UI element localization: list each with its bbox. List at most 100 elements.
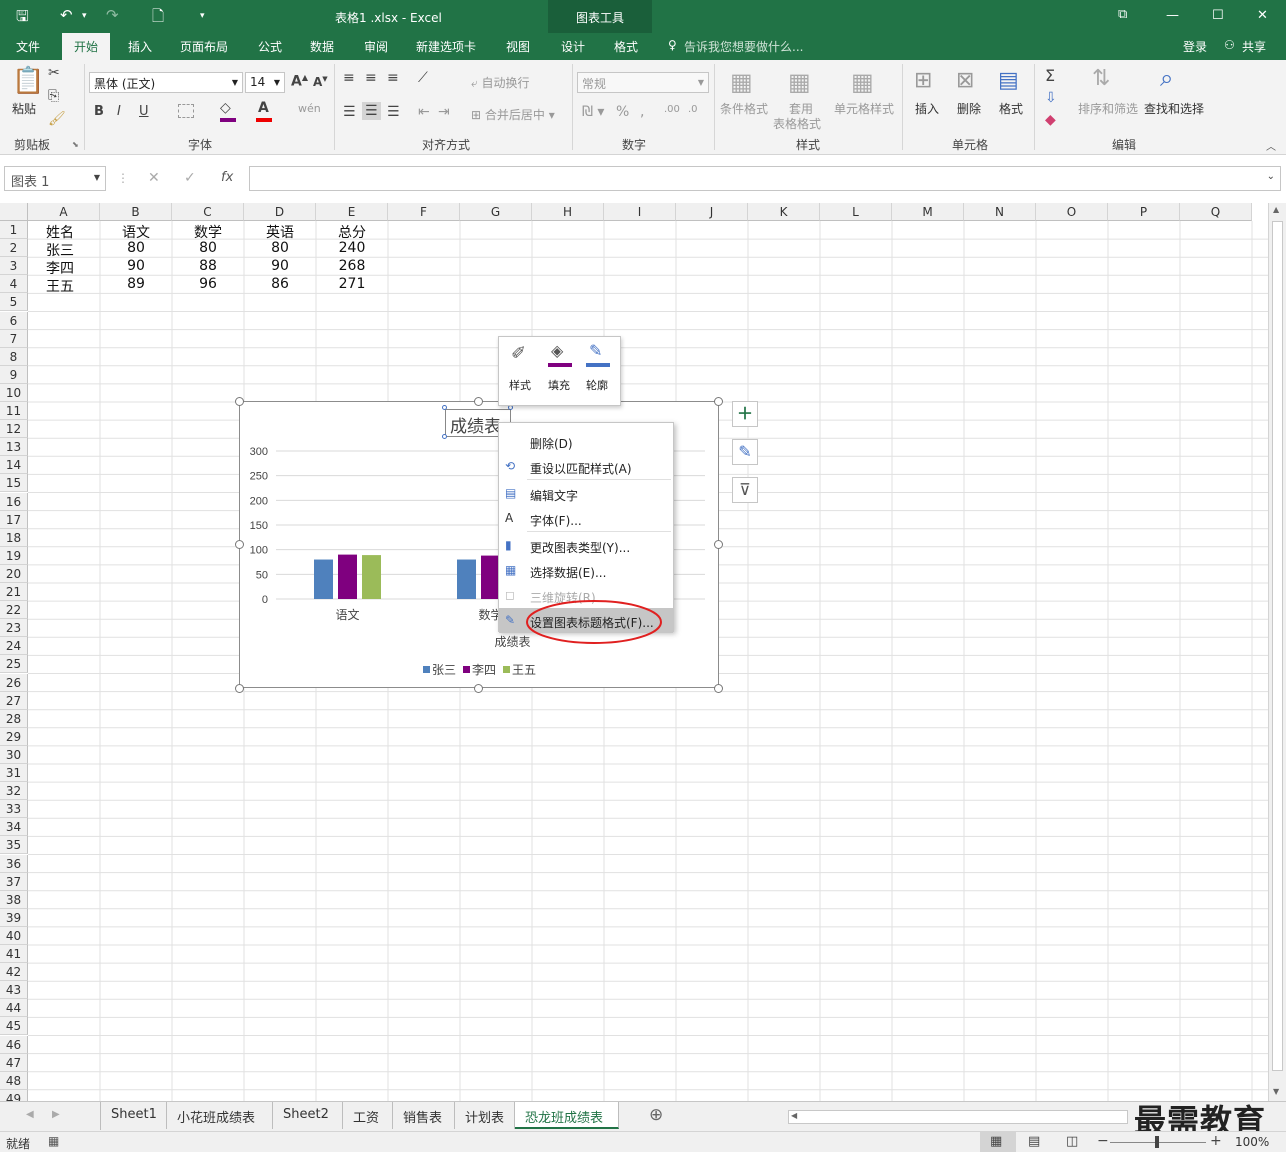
resize-handle[interactable] [235, 397, 244, 406]
cut-icon[interactable]: ✂ [48, 65, 60, 81]
row-header[interactable]: 1 [0, 221, 28, 240]
style-button[interactable]: 样式 [509, 377, 531, 393]
save-icon[interactable]: 🖫 [16, 6, 29, 31]
row-header[interactable]: 29 [0, 727, 28, 746]
tell-me-box[interactable]: 告诉我您想要做什么... [684, 38, 803, 55]
table-cell[interactable]: 王五 [28, 276, 100, 296]
page-break-view-icon[interactable]: ◫ [1066, 1134, 1078, 1149]
fill-down-icon[interactable]: ⇩ [1045, 90, 1057, 106]
font-name-combo[interactable]: 黑体 (正文) ▼ [89, 72, 243, 93]
table-cell[interactable]: 240 [316, 240, 388, 256]
resize-handle[interactable] [714, 397, 723, 406]
table-cell[interactable]: 96 [172, 276, 244, 292]
tab-page-layout[interactable]: 页面布局 [180, 38, 228, 55]
table-cell[interactable]: 姓名 [28, 222, 100, 242]
table-cell[interactable]: 语文 [100, 222, 172, 242]
context-menu-item[interactable]: ⟲ 重设以匹配样式(A) [499, 454, 673, 479]
chart-styles-button[interactable]: ✎ [732, 439, 758, 465]
grow-font-icon[interactable]: A▲ [291, 73, 308, 90]
title-handle[interactable] [442, 405, 447, 410]
table-cell[interactable]: 89 [100, 276, 172, 292]
row-header[interactable]: 22 [0, 601, 28, 620]
autosum-icon[interactable]: Σ [1045, 66, 1055, 85]
row-header[interactable]: 27 [0, 691, 28, 710]
column-header-a[interactable]: A [28, 203, 100, 221]
row-header[interactable]: 36 [0, 854, 28, 873]
undo-icon[interactable]: ↶ [60, 6, 73, 24]
align-left-icon[interactable]: ☰ [343, 104, 356, 120]
row-header[interactable]: 40 [0, 926, 28, 945]
vertical-scrollbar[interactable]: ▲ ▼ [1268, 203, 1286, 1101]
row-header[interactable]: 30 [0, 745, 28, 764]
sheet-tab[interactable]: Sheet2 [273, 1102, 343, 1129]
align-bottom-icon[interactable]: ≡ [387, 70, 399, 86]
resize-handle[interactable] [235, 540, 244, 549]
column-header-i[interactable]: I [604, 203, 676, 221]
macro-record-icon[interactable]: ▦ [48, 1134, 59, 1148]
page-layout-view-icon[interactable]: ▤ [1028, 1134, 1040, 1149]
find-select-button[interactable]: 查找和选择 [1144, 100, 1204, 117]
horizontal-scrollbar[interactable]: ◀ [788, 1110, 1128, 1124]
row-header[interactable]: 11 [0, 402, 28, 421]
minimize-icon[interactable]: — [1166, 8, 1179, 23]
row-header[interactable]: 5 [0, 293, 28, 312]
row-header[interactable]: 2 [0, 239, 28, 258]
tab-insert[interactable]: 插入 [128, 38, 152, 55]
row-header[interactable]: 21 [0, 583, 28, 602]
sheet-tab[interactable]: 工资 [343, 1102, 393, 1129]
prev-sheet-icon[interactable]: ◀ [26, 1109, 34, 1120]
column-header-e[interactable]: E [316, 203, 388, 221]
table-cell[interactable]: 90 [244, 258, 316, 274]
column-header-h[interactable]: H [532, 203, 604, 221]
row-header[interactable]: 17 [0, 510, 28, 529]
row-header[interactable]: 13 [0, 438, 28, 457]
insert-cells-button[interactable]: 插入 [915, 100, 939, 117]
resize-handle[interactable] [235, 684, 244, 693]
row-header[interactable]: 23 [0, 619, 28, 638]
row-header[interactable]: 42 [0, 963, 28, 982]
row-header[interactable]: 15 [0, 474, 28, 493]
bold-button[interactable]: B [94, 104, 104, 119]
row-header[interactable]: 33 [0, 800, 28, 819]
row-header[interactable]: 34 [0, 818, 28, 837]
zoom-level[interactable]: 100% [1235, 1135, 1269, 1149]
row-header[interactable]: 24 [0, 637, 28, 656]
column-header-m[interactable]: M [892, 203, 964, 221]
row-header[interactable]: 19 [0, 546, 28, 565]
table-cell[interactable]: 271 [316, 276, 388, 292]
row-header[interactable]: 39 [0, 908, 28, 927]
resize-handle[interactable] [474, 684, 483, 693]
context-menu-item[interactable]: ▮ 更改图表类型(Y)... [499, 533, 673, 558]
dialog-launcher-icon[interactable]: ⬊ [72, 140, 79, 149]
column-header-k[interactable]: K [748, 203, 820, 221]
table-cell[interactable]: 80 [244, 240, 316, 256]
resize-handle[interactable] [474, 397, 483, 406]
table-cell[interactable]: 80 [172, 240, 244, 256]
row-header[interactable]: 9 [0, 365, 28, 384]
sheet-tab[interactable]: 恐龙班成绩表 [515, 1102, 619, 1129]
row-header[interactable]: 31 [0, 764, 28, 783]
column-header-g[interactable]: G [460, 203, 532, 221]
column-header-p[interactable]: P [1108, 203, 1180, 221]
chart-filters-button[interactable]: ⊽ [732, 477, 758, 503]
insert-function-icon[interactable]: fx [221, 170, 233, 185]
zoom-out-icon[interactable]: − [1097, 1133, 1109, 1149]
context-menu-item[interactable]: A 字体(F)... [499, 506, 673, 531]
row-header[interactable]: 4 [0, 275, 28, 294]
fill-icon[interactable]: ◈ [551, 341, 563, 360]
row-header[interactable]: 28 [0, 709, 28, 728]
scroll-up-icon[interactable]: ▲ [1273, 205, 1279, 214]
clear-icon[interactable]: ◆ [1045, 112, 1056, 128]
title-handle[interactable] [442, 434, 447, 439]
tab-view[interactable]: 视图 [506, 38, 530, 55]
table-cell[interactable]: 86 [244, 276, 316, 292]
new-file-icon[interactable]: 🗋 [152, 6, 164, 31]
row-header[interactable]: 18 [0, 528, 28, 547]
column-header-q[interactable]: Q [1180, 203, 1252, 221]
font-color-icon[interactable]: A [258, 100, 269, 116]
row-header[interactable]: 41 [0, 945, 28, 964]
align-top-icon[interactable]: ≡ [343, 70, 355, 86]
align-center-icon[interactable]: ☰ [362, 102, 381, 120]
zoom-slider-thumb[interactable] [1155, 1136, 1159, 1148]
table-cell[interactable]: 张三 [28, 240, 100, 260]
